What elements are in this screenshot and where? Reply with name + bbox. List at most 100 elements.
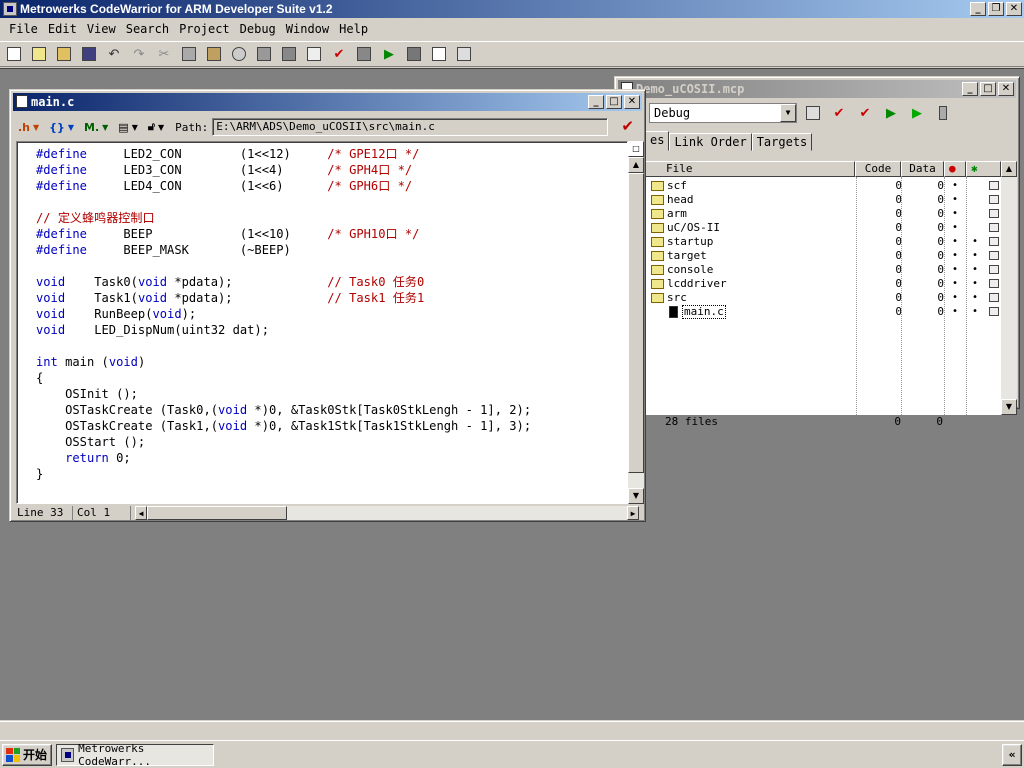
bug-flag-dot[interactable]: • xyxy=(972,249,978,263)
scroll-thumb[interactable] xyxy=(628,173,644,473)
debug-flag-dot[interactable]: • xyxy=(952,263,958,277)
check-syntax-icon[interactable]: ✔ xyxy=(621,117,634,135)
functions-menu[interactable]: {} ▼ xyxy=(46,117,77,137)
minimize-button[interactable]: _ xyxy=(970,2,986,16)
debug-icon[interactable]: ▶ xyxy=(379,44,399,64)
undo-icon[interactable]: ↶ xyxy=(104,44,124,64)
debug-project-icon[interactable]: ▶ xyxy=(881,103,901,123)
redo-icon[interactable]: ↷ xyxy=(129,44,149,64)
file-row[interactable]: main.c 0 0 • • xyxy=(646,305,1002,319)
file-group-row[interactable]: scf 0 0 • xyxy=(646,179,1002,193)
new-text-file-icon[interactable] xyxy=(4,44,24,64)
file-group-row[interactable]: src 0 0 • • xyxy=(646,291,1002,305)
code-line[interactable]: } xyxy=(36,466,531,482)
debug-flag-dot[interactable]: • xyxy=(952,249,958,263)
debug-flag-dot[interactable]: • xyxy=(952,221,958,235)
debug-flag-dot[interactable]: • xyxy=(952,235,958,249)
debug-flag-dot[interactable]: • xyxy=(952,305,958,319)
code-line[interactable]: #define LED2_CON (1<<12) /* GPE12口 */ xyxy=(36,146,531,162)
debug-flag-dot[interactable]: • xyxy=(952,291,958,305)
header-files-menu[interactable]: .h ▼ xyxy=(15,117,42,137)
menu-help[interactable]: Help xyxy=(334,22,373,36)
document-settings-menu[interactable]: ▤ ▼ xyxy=(115,117,141,137)
save-icon[interactable] xyxy=(79,44,99,64)
bug-flag-dot[interactable]: • xyxy=(972,235,978,249)
file-options-icon[interactable] xyxy=(989,195,999,204)
tab-link-order[interactable]: Link Order xyxy=(669,133,752,151)
code-line[interactable] xyxy=(36,338,531,354)
check-syntax-icon[interactable]: ✔ xyxy=(329,44,349,64)
menu-window[interactable]: Window xyxy=(281,22,334,36)
project-maximize-button[interactable]: □ xyxy=(980,82,996,96)
project-title-bar[interactable]: Demo_uCOSII.mcp _ □ ✕ xyxy=(618,80,1016,98)
menu-file[interactable]: File xyxy=(4,22,43,36)
code-line[interactable]: void LED_DispNum(uint32 dat); xyxy=(36,322,531,338)
paste-icon[interactable] xyxy=(204,44,224,64)
tray-expand-button[interactable]: « xyxy=(1002,744,1022,766)
column-data[interactable]: Data xyxy=(901,161,944,177)
file-options-icon[interactable] xyxy=(989,307,999,316)
file-options-icon[interactable] xyxy=(989,181,999,190)
app-title-bar[interactable]: Metrowerks CodeWarrior for ARM Developer… xyxy=(0,0,1024,18)
code-line[interactable]: #define BEEP_MASK (~BEEP) xyxy=(36,242,531,258)
tab-targets[interactable]: Targets xyxy=(751,133,813,151)
debug-flag-dot[interactable]: • xyxy=(952,179,958,193)
file-options-icon[interactable] xyxy=(989,223,999,232)
project-minimize-button[interactable]: _ xyxy=(962,82,978,96)
bug-flag-dot[interactable]: • xyxy=(972,277,978,291)
file-group-row[interactable]: head 0 0 • xyxy=(646,193,1002,207)
code-line[interactable]: OSStart (); xyxy=(36,434,531,450)
menu-edit[interactable]: Edit xyxy=(43,22,82,36)
debug-flag-dot[interactable]: • xyxy=(952,207,958,221)
code-line[interactable]: #define LED4_CON (1<<6) /* GPH6口 */ xyxy=(36,178,531,194)
code-line[interactable]: void Task0(void *pdata); // Task0 任务0 xyxy=(36,274,531,290)
settings-icon[interactable] xyxy=(304,44,324,64)
stop-icon[interactable] xyxy=(404,44,424,64)
editor-close-button[interactable]: ✕ xyxy=(624,95,640,109)
scroll-down-icon[interactable]: ▼ xyxy=(1001,399,1017,415)
code-line[interactable]: OSInit (); xyxy=(36,386,531,402)
scroll-up-icon[interactable]: ▲ xyxy=(1001,161,1017,177)
file-options-icon[interactable] xyxy=(989,293,999,302)
target-select[interactable]: Debug ▼ xyxy=(649,103,797,123)
scroll-up-icon[interactable]: ▲ xyxy=(628,157,644,173)
code-line[interactable]: #define BEEP (1<<10) /* GPH10口 */ xyxy=(36,226,531,242)
file-group-row[interactable]: target 0 0 • • xyxy=(646,249,1002,263)
new-project-icon[interactable] xyxy=(29,44,49,64)
file-options-icon[interactable] xyxy=(989,279,999,288)
close-button[interactable]: ✕ xyxy=(1006,2,1022,16)
make-project-icon[interactable]: ✔ xyxy=(855,103,875,123)
editor-maximize-button[interactable]: □ xyxy=(606,95,622,109)
code-line[interactable] xyxy=(36,258,531,274)
make-icon[interactable] xyxy=(354,44,374,64)
run-icon[interactable]: ▶ xyxy=(907,103,927,123)
restore-button[interactable]: ❐ xyxy=(988,2,1004,16)
column-code[interactable]: Code xyxy=(855,161,901,177)
tab-files[interactable]: es xyxy=(645,131,670,151)
file-group-row[interactable]: uC/OS-II 0 0 • xyxy=(646,221,1002,235)
compile-icon[interactable] xyxy=(279,44,299,64)
menu-project[interactable]: Project xyxy=(174,22,235,36)
file-options-icon[interactable] xyxy=(989,209,999,218)
project-close-button[interactable]: ✕ xyxy=(998,82,1014,96)
taskbar-app-button[interactable]: Metrowerks CodeWarr... xyxy=(56,742,214,768)
debug-column-icon[interactable]: ● xyxy=(944,161,966,177)
menu-debug[interactable]: Debug xyxy=(235,22,281,36)
chevron-down-icon[interactable]: ▼ xyxy=(780,104,796,122)
file-group-row[interactable]: console 0 0 • • xyxy=(646,263,1002,277)
menu-view[interactable]: View xyxy=(82,22,121,36)
open-icon[interactable] xyxy=(54,44,74,64)
column-file[interactable]: File xyxy=(645,161,855,177)
code-line[interactable]: { xyxy=(36,370,531,386)
file-options-icon[interactable] xyxy=(989,251,999,260)
editor-title-bar[interactable]: main.c _ □ ✕ xyxy=(13,93,642,111)
code-line[interactable]: #define LED3_CON (1<<4) /* GPH4口 */ xyxy=(36,162,531,178)
file-options-icon[interactable] xyxy=(989,265,999,274)
code-line[interactable]: // 定义蜂鸣器控制口 xyxy=(36,210,531,226)
debug-flag-dot[interactable]: • xyxy=(952,193,958,207)
cut-icon[interactable]: ✂ xyxy=(154,44,174,64)
path-field[interactable]: E:\ARM\ADS\Demo_uCOSII\src\main.c xyxy=(212,118,609,136)
code-line[interactable]: int main (void) xyxy=(36,354,531,370)
synchronize-icon[interactable]: ✔ xyxy=(829,103,849,123)
start-button[interactable]: 开始 xyxy=(2,743,52,766)
